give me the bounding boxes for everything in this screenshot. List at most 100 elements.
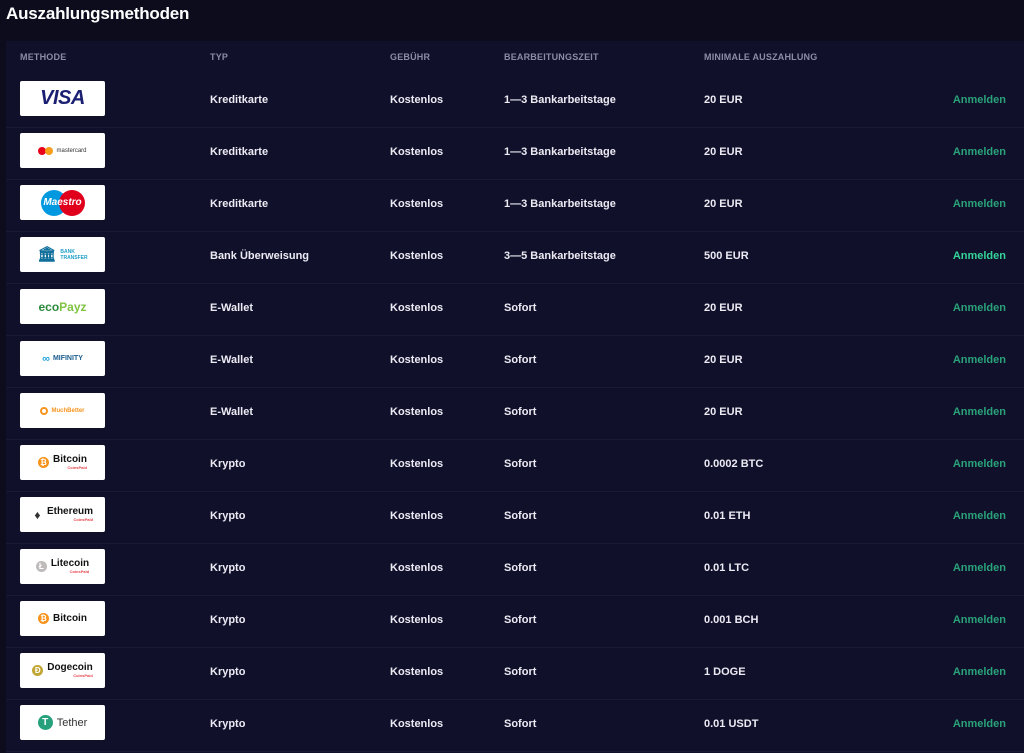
cell-typ: E-Wallet — [210, 354, 253, 366]
table-row: VISA Kreditkarte Kostenlos 1—3 Bankarbei… — [6, 75, 1024, 128]
cell-min: 20 EUR — [704, 94, 743, 106]
anmelden-link[interactable]: Anmelden — [953, 718, 1006, 730]
table-row: ecoPayz E-Wallet Kostenlos Sofort 20 EUR… — [6, 283, 1024, 336]
cell-typ: Kreditkarte — [210, 94, 269, 106]
cell-zeit: 1—3 Bankarbeitstage — [504, 146, 616, 158]
coinspaid-text: CoinsPaid — [67, 464, 87, 470]
cell-typ: Kreditkarte — [210, 198, 269, 210]
cell-zeit: 1—3 Bankarbeitstage — [504, 198, 616, 210]
table-row: mastercard Kreditkarte Kostenlos 1—3 Ban… — [6, 127, 1024, 180]
cell-min: 500 EUR — [704, 250, 749, 262]
cell-min: 20 EUR — [704, 146, 743, 158]
cell-gebuehr: Kostenlos — [390, 406, 444, 418]
table-header: METHODE TYP GEBÜHR BEARBEITUNGSZEIT MINI… — [6, 41, 1024, 75]
anmelden-link[interactable]: Anmelden — [953, 562, 1006, 574]
cell-gebuehr: Kostenlos — [390, 250, 444, 262]
cell-min: 0.01 LTC — [704, 562, 750, 574]
anmelden-link[interactable]: Anmelden — [953, 198, 1006, 210]
anmelden-link[interactable]: Anmelden — [953, 94, 1006, 106]
visa-logo-text: VISA — [40, 87, 85, 109]
bitcoin-icon: ₿ — [38, 457, 50, 468]
anmelden-link[interactable]: Anmelden — [953, 510, 1006, 522]
cell-typ: Krypto — [210, 458, 246, 470]
page-title: Auszahlungsmethoden — [6, 4, 190, 23]
anmelden-link[interactable]: Anmelden — [953, 406, 1006, 418]
mifinity-logo: ∞ MIFINITY — [20, 341, 105, 376]
cell-zeit: Sofort — [504, 718, 537, 730]
cell-zeit: Sofort — [504, 562, 537, 574]
mifinity-logo-text: MIFINITY — [52, 355, 83, 362]
cell-zeit: Sofort — [504, 354, 537, 366]
cell-gebuehr: Kostenlos — [390, 94, 444, 106]
cell-min: 0.001 BCH — [704, 614, 759, 626]
table-row: ∞ MIFINITY E-Wallet Kostenlos Sofort 20 E… — [6, 335, 1024, 388]
cell-gebuehr: Kostenlos — [390, 614, 444, 626]
mifinity-icon: ∞ — [42, 352, 50, 365]
table-row: ₿ Bitcoin CoinsPaid Krypto Kostenlos Sofor… — [6, 439, 1024, 492]
coinspaid-text: CoinsPaid — [73, 672, 93, 678]
table-row: T Tether Krypto Kostenlos Sofort 0.01 USD… — [6, 699, 1024, 752]
ethereum-logo-text: Ethereum — [46, 505, 94, 517]
ethereum-icon: ♦ — [31, 508, 43, 522]
cell-gebuehr: Kostenlos — [390, 302, 444, 314]
cell-typ: Krypto — [210, 614, 246, 626]
table-row: Maestro Kreditkarte Kostenlos 1—3 Bankar… — [6, 179, 1024, 232]
bitcoin-logo: ₿ Bitcoin CoinsPaid — [20, 445, 105, 480]
cell-zeit: Sofort — [504, 614, 537, 626]
litecoin-logo: Ł Litecoin CoinsPaid — [20, 549, 105, 584]
cell-gebuehr: Kostenlos — [390, 458, 444, 470]
cell-min: 20 EUR — [704, 354, 743, 366]
table-row: Ð Dogecoin CoinsPaid Krypto Kostenlos Sofo… — [6, 647, 1024, 700]
anmelden-link[interactable]: Anmelden — [953, 614, 1006, 626]
visa-logo: VISA — [20, 81, 105, 116]
cell-gebuehr: Kostenlos — [390, 354, 444, 366]
header-typ: TYP — [210, 52, 229, 62]
cell-zeit: Sofort — [504, 302, 537, 314]
bank-icon: 🏛 — [37, 245, 57, 263]
table-row: ₿ Bitcoin Krypto Kostenlos Sofort 0.001 B… — [6, 595, 1024, 648]
header-minimale-auszahlung: MINIMALE AUSZAHLUNG — [704, 52, 818, 62]
table-row: MuchBetter E-Wallet Kostenlos Sofort 20 … — [6, 387, 1024, 440]
payout-methods-table: METHODE TYP GEBÜHR BEARBEITUNGSZEIT MINI… — [6, 41, 1024, 753]
mastercard-logo: mastercard — [20, 133, 105, 168]
anmelden-link[interactable]: Anmelden — [953, 458, 1006, 470]
cell-min: 1 DOGE — [704, 666, 746, 678]
bitcoin-logo-text: Bitcoin — [53, 612, 87, 624]
cell-typ: Krypto — [210, 562, 246, 574]
coinspaid-text: CoinsPaid — [69, 568, 90, 574]
mastercard-logo-text: mastercard — [56, 147, 87, 154]
anmelden-link[interactable]: Anmelden — [953, 302, 1006, 314]
cell-min: 20 EUR — [704, 198, 743, 210]
bitcoin-logo-text: Bitcoin — [53, 453, 87, 465]
anmelden-link[interactable]: Anmelden — [953, 354, 1006, 366]
bitcoin-cash-logo: ₿ Bitcoin — [20, 601, 105, 636]
cell-min: 0.01 USDT — [704, 718, 759, 730]
anmelden-link[interactable]: Anmelden — [953, 666, 1006, 678]
maestro-logo-text: Maestro — [43, 196, 82, 208]
ecopayz-logo-text-b: Payz — [59, 299, 87, 314]
cell-zeit: Sofort — [504, 458, 537, 470]
cell-typ: Krypto — [210, 510, 246, 522]
cell-typ: E-Wallet — [210, 406, 253, 418]
muchbetter-logo: MuchBetter — [20, 393, 105, 428]
dogecoin-icon: Ð — [32, 665, 44, 676]
anmelden-link[interactable]: Anmelden — [953, 250, 1006, 262]
dogecoin-logo-text: Dogecoin — [47, 661, 93, 673]
cell-gebuehr: Kostenlos — [390, 510, 444, 522]
bank-transfer-logo: 🏛 BANK TRANSFER — [20, 237, 105, 272]
dogecoin-logo: Ð Dogecoin CoinsPaid — [20, 653, 105, 688]
cell-zeit: 3—5 Bankarbeitstage — [504, 250, 616, 262]
anmelden-link[interactable]: Anmelden — [953, 146, 1006, 158]
cell-gebuehr: Kostenlos — [390, 198, 444, 210]
cell-gebuehr: Kostenlos — [390, 666, 444, 678]
table-row: 🏛 BANK TRANSFER Bank Überweisung Kostenlos… — [6, 231, 1024, 284]
litecoin-icon: Ł — [35, 561, 47, 572]
cell-min: 0.01 ETH — [704, 510, 751, 522]
cell-min: 0.0002 BTC — [704, 458, 764, 470]
coinspaid-text: CoinsPaid — [73, 516, 94, 522]
cell-min: 20 EUR — [704, 406, 743, 418]
cell-typ: Bank Überweisung — [210, 250, 310, 262]
cell-typ: Krypto — [210, 666, 246, 678]
cell-typ: Kreditkarte — [210, 146, 269, 158]
cell-zeit: 1—3 Bankarbeitstage — [504, 94, 616, 106]
